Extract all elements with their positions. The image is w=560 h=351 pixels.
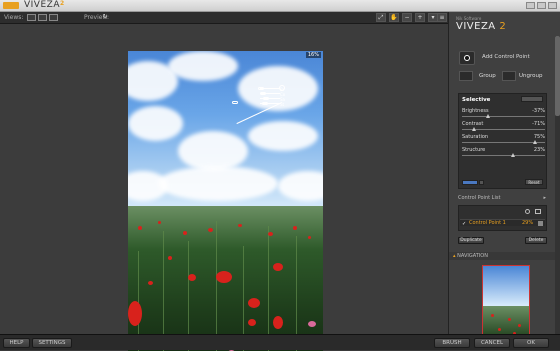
dropdown-arrow-icon[interactable] [479, 180, 484, 185]
window-controls [526, 2, 557, 9]
reset-button[interactable]: Reset [525, 179, 543, 185]
structure-slider[interactable]: Structure 23% [462, 147, 545, 159]
brightness-handle[interactable] [258, 87, 264, 90]
slider-value: -71% [532, 121, 545, 127]
maximize-button[interactable] [537, 2, 546, 9]
ungroup-icon[interactable] [502, 71, 516, 81]
slider-label: Saturation [462, 134, 489, 140]
right-panel: Nik Software VIVEZA 2 Add Control Point … [448, 12, 560, 346]
selective-options-button[interactable] [521, 96, 543, 102]
contrast-handle[interactable] [260, 92, 266, 95]
brush-button[interactable]: BRUSH [434, 338, 470, 348]
cancel-button[interactable]: CANCEL [474, 338, 510, 348]
control-point-tag: St [280, 102, 285, 107]
selective-panel: Selective Brightness -37% Contrast -71% … [458, 93, 547, 189]
navigation-thumbnail[interactable] [482, 265, 530, 340]
saturation-slider[interactable]: Saturation 75% [462, 134, 545, 146]
saturation-handle[interactable] [263, 97, 269, 100]
delete-button[interactable]: Delete [525, 237, 547, 244]
zoom-level: 16% [305, 52, 321, 58]
slider-value: -37% [532, 108, 545, 114]
list-item[interactable]: ✓ Control Point 1 29% [460, 219, 545, 227]
duplicate-button[interactable]: Duplicate [458, 237, 484, 244]
control-point[interactable]: Br Co Sa St [232, 80, 292, 125]
selective-title: Selective [462, 97, 491, 103]
group-button[interactable]: Group [479, 73, 496, 79]
panel-toggle-icon[interactable]: ≡ [437, 13, 447, 22]
control-point-size-handle[interactable] [232, 101, 238, 104]
views-label: Views: [4, 14, 24, 21]
settings-button[interactable]: SETTINGS [32, 338, 72, 348]
slider-value: 23% [533, 147, 545, 153]
nik-logo [3, 2, 19, 9]
trash-icon[interactable] [535, 209, 541, 214]
app-title: VIVEZA2 [24, 0, 65, 10]
control-point-list: ✓ Control Point 1 29% [458, 205, 547, 231]
slider-track[interactable] [462, 155, 545, 156]
minimize-button[interactable] [526, 2, 535, 9]
zoom-out-icon[interactable]: − [402, 13, 412, 22]
brand-header: Nik Software VIVEZA 2 [456, 16, 506, 32]
fit-icon[interactable]: ⤢ [376, 13, 386, 22]
help-button[interactable]: HELP [3, 338, 30, 348]
slider-thumb[interactable] [486, 114, 491, 118]
control-point-name: Control Point 1 [469, 220, 506, 226]
checkbox[interactable]: ✓ [462, 221, 466, 227]
brand-name: VIVEZA 2 [456, 21, 507, 32]
collapse-icon[interactable]: ▸ [543, 195, 546, 201]
bottom-bar: HELP SETTINGS BRUSH CANCEL OK [0, 334, 560, 350]
photo-poppy-field[interactable]: 16% [128, 51, 323, 351]
title-bar: VIVEZA2 [0, 0, 560, 12]
brightness-slider[interactable]: Brightness -37% [462, 108, 545, 120]
ungroup-button[interactable]: Ungroup [519, 73, 543, 79]
poppy-field-region [128, 206, 323, 351]
show-mask-icon[interactable] [525, 209, 530, 214]
slider-label: Structure [462, 147, 486, 153]
single-view-button[interactable] [27, 14, 36, 21]
hand-tool-icon[interactable]: ✋ [389, 13, 399, 22]
close-window-button[interactable] [548, 2, 557, 9]
split-view-button[interactable] [38, 14, 47, 21]
image-canvas[interactable]: 16% Br Co Sa St [0, 24, 448, 351]
slider-thumb[interactable] [472, 127, 477, 131]
toolbar: Views: Preview: ↻ ⤢ ✋ − + ▾ ≡ [0, 12, 448, 24]
structure-handle[interactable] [262, 102, 268, 105]
slider-track[interactable] [462, 116, 545, 117]
navigation-header[interactable]: ▴ NAVIGATION [449, 252, 557, 260]
selection-color-dropdown[interactable] [462, 180, 478, 185]
side-by-side-view-button[interactable] [49, 14, 58, 21]
control-point-icon [464, 55, 470, 61]
color-swatch[interactable] [538, 221, 543, 226]
contrast-slider[interactable]: Contrast -71% [462, 121, 545, 133]
sky-region [128, 51, 323, 211]
scrollbar-thumb[interactable] [555, 36, 560, 116]
slider-thumb[interactable] [511, 153, 516, 157]
zoom-in-icon[interactable]: + [415, 13, 425, 22]
add-control-point-label[interactable]: Add Control Point [482, 54, 530, 60]
control-point-list-title[interactable]: Control Point List [458, 195, 500, 201]
ok-button[interactable]: OK [513, 338, 549, 348]
add-control-point-button[interactable] [459, 51, 475, 65]
control-point-percent: 29% [522, 220, 534, 226]
group-icon[interactable] [459, 71, 473, 81]
preview-toggle-icon[interactable]: ↻ [101, 13, 109, 22]
slider-label: Brightness [462, 108, 489, 114]
panel-scrollbar[interactable] [555, 36, 560, 346]
slider-thumb[interactable] [532, 140, 537, 144]
